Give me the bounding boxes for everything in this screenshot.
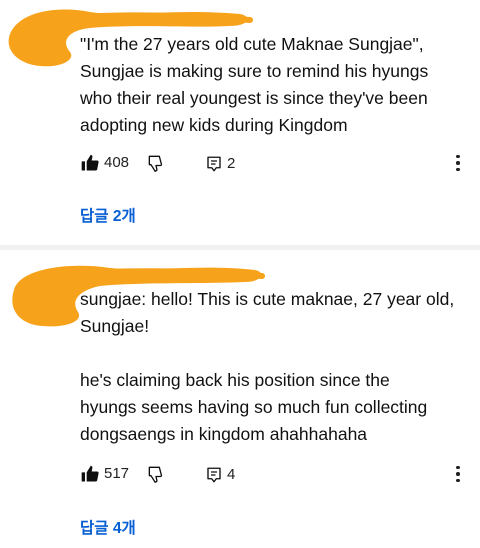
view-replies-link[interactable]: 답글 2개 [80,204,136,226]
reply-button[interactable]: 2 [205,153,235,175]
comment-text: "I'm the 27 years old cute Maknae Sungja… [80,34,429,135]
thumbs-up-icon [81,465,99,482]
comment-action-bar: 517 4 [80,463,472,487]
comment-action-bar: 408 2 [80,152,472,176]
like-button[interactable]: 517 [80,463,129,485]
more-vert-icon[interactable] [452,463,464,485]
comment-thread: sungjae: hello! This is cute maknae, 27 … [0,250,480,548]
thumbs-down-icon[interactable] [146,153,166,173]
reply-count: 2 [227,155,236,172]
like-count: 408 [104,154,130,171]
reply-count: 4 [227,466,236,483]
like-count: 517 [104,465,130,482]
comment-reply-icon [207,467,221,483]
view-replies-link[interactable]: 답글 4개 [80,516,136,538]
comment-text: sungjae: hello! This is cute maknae, 27 … [80,289,455,444]
comment-thread: "I'm the 27 years old cute Maknae Sungja… [0,0,480,245]
reply-button[interactable]: 4 [205,464,235,486]
thumbs-up-icon [81,154,99,171]
more-vert-icon[interactable] [452,152,464,174]
thumbs-down-icon[interactable] [146,464,166,484]
like-button[interactable]: 408 [80,152,129,174]
comment-reply-icon [207,156,221,172]
